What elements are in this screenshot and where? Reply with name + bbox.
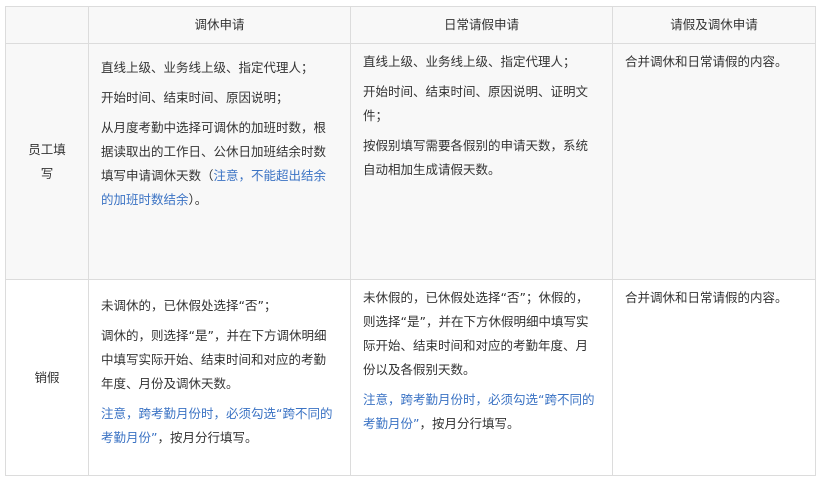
cell-paragraph: 开始时间、结束时间、原因说明、证明文件；: [363, 84, 589, 123]
cell-paragraph: 直线上级、业务线上级、指定代理人；: [101, 60, 314, 75]
comparison-table-container: 调休申请 日常请假申请 请假及调休申请 员工填写 直线上级、业务线上级、指定代理…: [0, 0, 831, 486]
header-cell-empty: [5, 6, 89, 44]
cell-paragraph: 未休假的，已休假处选择“否”；休假的，则选择“是”，并在下方休假明细中填写实际开…: [363, 290, 589, 377]
leave-comparison-table: 调休申请 日常请假申请 请假及调休申请 员工填写 直线上级、业务线上级、指定代理…: [5, 6, 816, 476]
cell-combined-cancel-leave: 合并调休和日常请假的内容。: [612, 279, 816, 476]
cell-paragraph: 开始时间、结束时间、原因说明；: [101, 90, 289, 105]
header-cell-daily-leave: 日常请假申请: [350, 6, 613, 44]
cell-paragraph: 合并调休和日常请假的内容。: [625, 290, 788, 305]
cell-text: ，按月分行填写。: [157, 430, 258, 445]
table-row-cancel-leave: 销假 未调休的，已休假处选择“否”； 调休的，则选择“是”，并在下方调休明细中填…: [5, 279, 816, 476]
row-label-text: 员工填写: [28, 141, 66, 181]
cell-paragraph: 注意，跨考勤月份时，必须勾选“跨不同的考勤月份”，按月分行填写。: [363, 388, 600, 436]
row-label-cancel-leave: 销假: [5, 279, 89, 476]
cell-compensatory-cancel-leave: 未调休的，已休假处选择“否”； 调休的，则选择“是”，并在下方调休明细中填写实际…: [88, 279, 351, 476]
table-header-row: 调休申请 日常请假申请 请假及调休申请: [5, 6, 816, 44]
cell-paragraph: 从月度考勤中选择可调休的加班时数，根据读取出的工作日、公休日加班结余时数填写申请…: [101, 116, 338, 212]
cell-paragraph: 合并调休和日常请假的内容。: [625, 54, 788, 69]
table-row-employee-fill: 员工填写 直线上级、业务线上级、指定代理人； 开始时间、结束时间、原因说明； 从…: [5, 43, 816, 280]
header-cell-compensatory-leave: 调休申请: [88, 6, 351, 44]
cell-paragraph: 按假别填写需要各假别的申请天数，系统自动相加生成请假天数。: [363, 138, 589, 177]
cell-daily-leave-employee-fill: 直线上级、业务线上级、指定代理人； 开始时间、结束时间、原因说明、证明文件； 按…: [350, 43, 613, 280]
cell-paragraph: 调休的，则选择“是”，并在下方调休明细中填写实际开始、结束时间和对应的考勤年度、…: [101, 328, 327, 391]
cell-text: ）。: [188, 192, 208, 207]
cell-combined-employee-fill: 合并调休和日常请假的内容。: [612, 43, 816, 280]
row-label-text: 销假: [34, 369, 60, 385]
row-label-employee-fill: 员工填写: [5, 43, 89, 280]
cell-paragraph: 直线上级、业务线上级、指定代理人；: [363, 54, 576, 69]
cell-daily-leave-cancel-leave: 未休假的，已休假处选择“否”；休假的，则选择“是”，并在下方休假明细中填写实际开…: [350, 279, 613, 476]
cell-compensatory-employee-fill: 直线上级、业务线上级、指定代理人； 开始时间、结束时间、原因说明； 从月度考勤中…: [88, 43, 351, 280]
cell-paragraph: 注意，跨考勤月份时，必须勾选“跨不同的考勤月份”，按月分行填写。: [101, 402, 338, 450]
cell-text: ，按月分行填写。: [419, 416, 520, 431]
cell-paragraph: 未调休的，已休假处选择“否”；: [101, 298, 277, 313]
header-cell-leave-and-compensatory: 请假及调休申请: [612, 6, 816, 44]
